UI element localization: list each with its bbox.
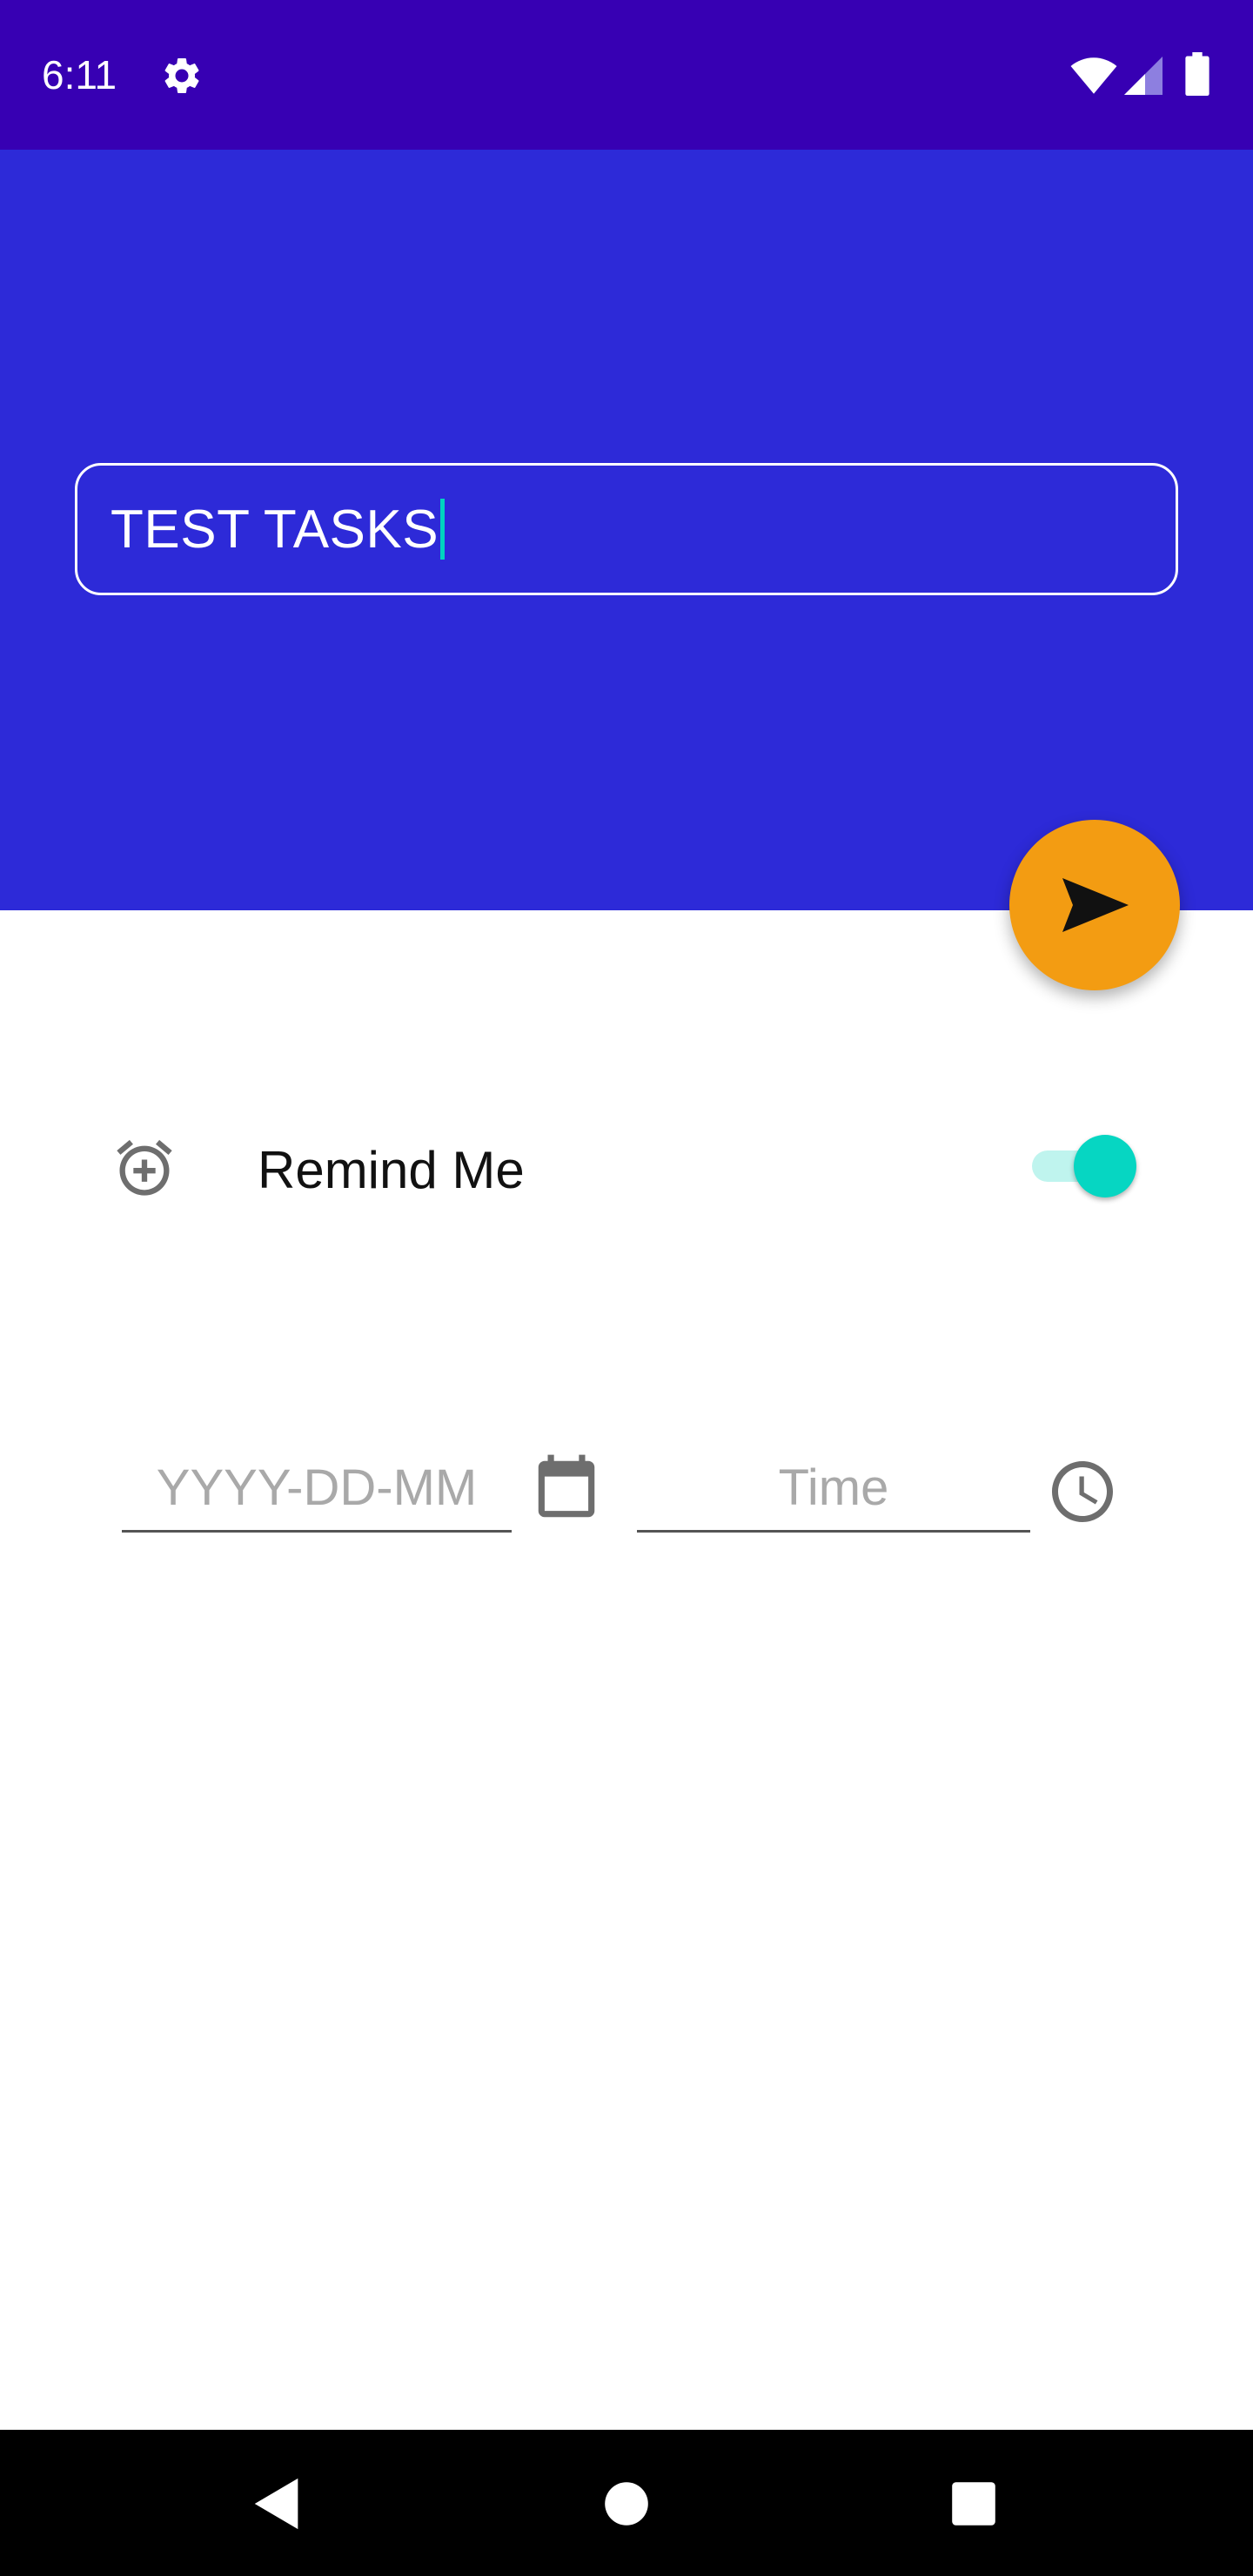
remind-me-label: Remind Me [258, 1141, 525, 1199]
home-icon[interactable] [596, 2473, 657, 2534]
recents-icon[interactable] [943, 2473, 1004, 2534]
wifi-icon [1070, 57, 1117, 94]
time-input[interactable]: Time [637, 1452, 1030, 1533]
clock-icon[interactable] [1046, 1455, 1119, 1528]
send-icon [1062, 878, 1129, 932]
calendar-icon[interactable] [529, 1452, 604, 1526]
remind-me-row: Remind Me [0, 1123, 1253, 1211]
task-name-value: TEST TASKS [111, 499, 439, 560]
status-time: 6:11 [42, 52, 117, 97]
date-placeholder: YYYY-DD-MM [156, 1459, 478, 1516]
gear-icon [164, 57, 199, 93]
battery-icon [1185, 52, 1209, 96]
send-button[interactable] [1009, 820, 1180, 990]
status-bar: 6:11 [0, 0, 1253, 150]
alarm-add-icon [117, 1139, 172, 1196]
time-placeholder: Time [778, 1459, 889, 1516]
signal-icon [1124, 57, 1163, 95]
switch-thumb [1074, 1135, 1136, 1197]
task-name-input[interactable]: TEST TASKS [75, 463, 1178, 595]
text-cursor [440, 499, 446, 560]
date-input[interactable]: YYYY-DD-MM [122, 1452, 512, 1533]
back-icon[interactable] [247, 2473, 308, 2534]
remind-me-switch[interactable] [1032, 1135, 1136, 1197]
navigation-bar [0, 2430, 1253, 2576]
